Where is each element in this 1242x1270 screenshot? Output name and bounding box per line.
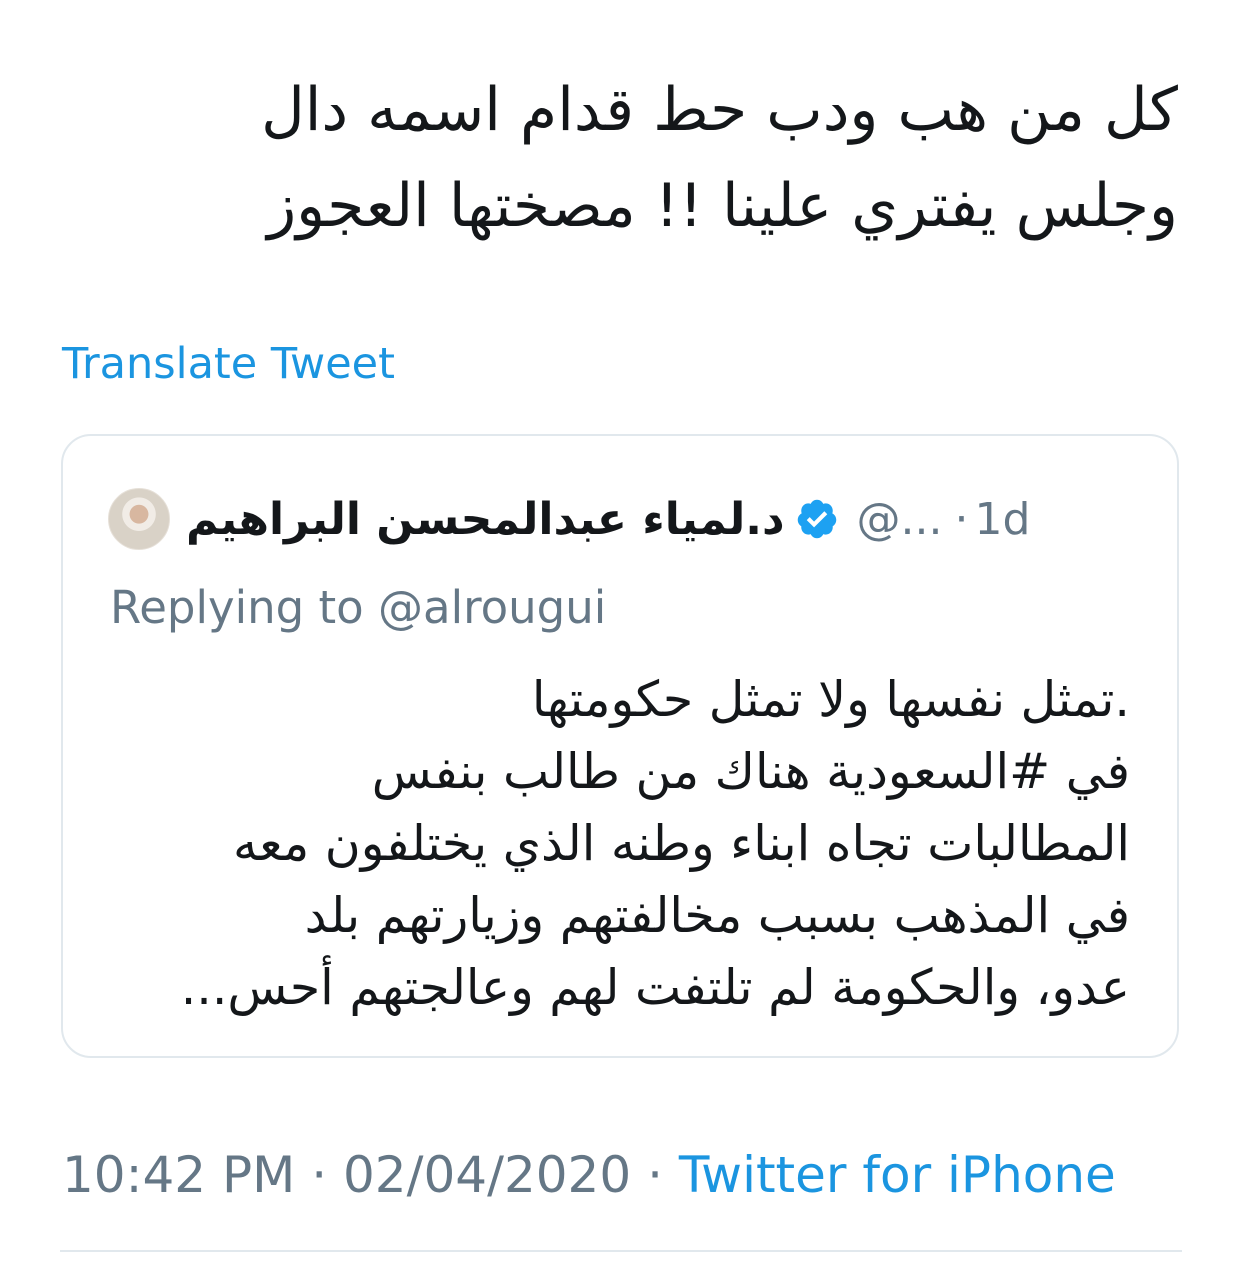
separator-dot: · <box>954 493 969 545</box>
separator-dot: · <box>311 1146 328 1204</box>
tweet-date: 02/04/2020 <box>343 1146 632 1204</box>
avatar[interactable] <box>108 488 170 550</box>
tweet-text-line: وجلس يفتري علينا !! مصختها العجوز <box>267 171 1178 241</box>
quoted-timestamp: 1d <box>974 493 1031 545</box>
replying-mention: @alrougui <box>378 581 607 634</box>
quoted-text-line: في #السعودية هناك من طالب بنفس <box>371 743 1130 800</box>
tweet-text: كل من هب ودب حط قدام اسمه دال وجلس يفتري… <box>78 62 1178 254</box>
tweet-text-line: كل من هب ودب حط قدام اسمه دال <box>261 75 1178 145</box>
tweet-time: 10:42 PM <box>62 1146 296 1204</box>
quoted-text-line: عدو، والحكومة لم تلتفت لهم وعالجتهم أحس.… <box>180 959 1130 1016</box>
quoted-text-line: المطالبات تجاه ابناء وطنه الذي يختلفون م… <box>233 815 1130 872</box>
replying-to: Replying to @alrougui <box>110 578 606 638</box>
tweet-meta: 10:42 PM · 02/04/2020 · Twitter for iPho… <box>62 1142 1116 1208</box>
quoted-text-line: في المذهب بسبب مخالفتهم وزيارتهم بلد <box>304 887 1130 944</box>
verified-badge-icon <box>797 499 836 539</box>
divider <box>60 1250 1182 1252</box>
replying-prefix: Replying to <box>110 581 364 634</box>
separator-dot: · <box>647 1146 663 1204</box>
quoted-handle[interactable]: @... <box>857 494 943 545</box>
quoted-tweet-text: .تمثل نفسها ولا تمثل حكومتها في #السعودي… <box>110 664 1130 1024</box>
quoted-display-name[interactable]: د.لمياء عبدالمحسن البراهيم <box>186 494 785 545</box>
quoted-text-line: .تمثل نفسها ولا تمثل حكومتها <box>531 671 1130 728</box>
translate-tweet-link[interactable]: Translate Tweet <box>62 334 395 394</box>
quoted-tweet-header: د.لمياء عبدالمحسن البراهيم @... · 1d <box>108 484 1120 554</box>
tweet-source-link[interactable]: Twitter for iPhone <box>679 1146 1116 1204</box>
